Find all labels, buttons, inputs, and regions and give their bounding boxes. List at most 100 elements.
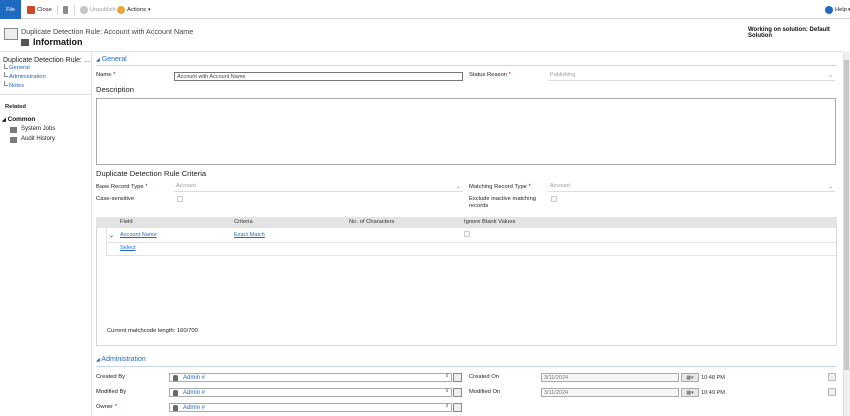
general-heading: General — [101, 56, 127, 63]
column-header-field[interactable]: Field — [120, 219, 133, 225]
lookup-button[interactable] — [453, 403, 462, 412]
spinner-icon: ⇕ — [445, 388, 450, 394]
case-sensitive-checkbox[interactable] — [177, 196, 183, 202]
tree-connector — [4, 72, 8, 77]
entity-icon — [4, 28, 18, 40]
row-field-link[interactable]: Account Name — [120, 232, 157, 238]
common-group-toggle[interactable]: ◢ Common — [2, 116, 35, 123]
grid-tree-line — [106, 228, 107, 255]
nav-border — [91, 52, 92, 416]
nav-item-system-jobs[interactable]: System Jobs — [21, 126, 55, 132]
chevron-down-icon: ▾ — [148, 7, 151, 13]
tree-connector — [4, 81, 8, 86]
lookup-button[interactable] — [453, 388, 462, 397]
ribbon-divider — [57, 5, 58, 15]
header-divider — [0, 51, 843, 52]
scrollbar-thumb[interactable] — [844, 60, 849, 370]
name-field[interactable]: Account with Account Name — [174, 72, 463, 81]
administration-heading: Administration — [101, 356, 146, 363]
system-jobs-icon — [10, 127, 17, 133]
created-on-date[interactable]: 3/11/2024 — [541, 373, 679, 382]
matching-record-type-select[interactable]: Account ⌄ — [548, 183, 835, 192]
modified-on-date[interactable]: 3/11/2024 — [541, 388, 679, 397]
column-header-ignore-blank[interactable]: Ignore Blank Values — [464, 219, 515, 225]
modified-on-time[interactable]: 10:49 PM — [701, 390, 725, 396]
user-icon — [173, 404, 178, 411]
help-icon — [825, 6, 833, 14]
nav-link-administration[interactable]: Administration — [9, 74, 46, 80]
spinner-icon: ⇕ — [445, 403, 450, 409]
unpublish-label: Unpublish — [90, 7, 116, 13]
field-menu-button[interactable] — [828, 373, 836, 381]
exclude-inactive-label-line1: Exclude inactive matching — [469, 196, 537, 202]
nav-title: Duplicate Detection Rule: ... — [3, 57, 90, 64]
delete-button[interactable] — [63, 5, 70, 15]
collapse-icon: ◢ — [96, 57, 100, 63]
unpublish-icon — [80, 6, 88, 14]
nav-item-audit-history[interactable]: Audit History — [21, 136, 55, 142]
status-reason-label: Status Reason * — [469, 72, 511, 78]
form-name[interactable]: Information — [33, 37, 83, 47]
nav-divider — [0, 94, 91, 95]
related-heading: Related — [5, 104, 26, 110]
expand-icon: ◢ — [2, 117, 6, 123]
ribbon-divider — [74, 5, 75, 15]
file-button[interactable]: File — [0, 0, 21, 19]
modified-on-label: Modified On — [469, 389, 501, 395]
base-record-type-select[interactable]: Account ⌄ — [174, 183, 463, 192]
owner-value[interactable]: Admin # — [183, 405, 205, 411]
chevron-down-icon: ⌄ — [827, 73, 833, 79]
chevron-down-icon: ⌄ — [827, 184, 833, 190]
actions-icon — [117, 6, 125, 14]
owner-lookup[interactable]: Admin # — [169, 403, 452, 412]
common-label: Common — [7, 116, 36, 123]
row-criteria-link[interactable]: Exact Match — [234, 232, 265, 238]
modified-by-label: Modified By — [96, 389, 127, 395]
nav-link-notes[interactable]: Notes — [9, 83, 24, 89]
chevron-down-icon: ⌄ — [455, 184, 461, 190]
created-by-value[interactable]: Admin # — [183, 375, 205, 381]
select-field-link[interactable]: Select — [120, 245, 136, 251]
exclude-inactive-label-line2: records — [469, 203, 489, 209]
help-label: Help — [835, 7, 847, 13]
nav-link-general[interactable]: General — [9, 65, 30, 71]
unpublish-button[interactable]: Unpublish — [80, 5, 116, 15]
status-reason-select[interactable]: Publishing ⌄ — [548, 72, 835, 81]
spinner-icon: ⇕ — [445, 373, 450, 379]
criteria-heading: Duplicate Detection Rule Criteria — [96, 169, 207, 178]
matching-record-type-label: Matching Record Type * — [469, 184, 531, 190]
created-on-time[interactable]: 10:48 PM — [701, 375, 725, 381]
case-sensitive-label: Case-sensitive — [96, 196, 135, 202]
calendar-icon[interactable]: ▦▾ — [681, 373, 699, 382]
created-by-lookup[interactable]: Admin # — [169, 373, 452, 382]
close-button[interactable]: Close — [27, 5, 52, 15]
matchcode-length: Current matchcode length: 160/700 — [107, 328, 198, 334]
help-button[interactable]: Help ▾ — [825, 5, 850, 15]
description-textarea[interactable] — [96, 98, 836, 165]
modified-by-lookup[interactable]: Admin # — [169, 388, 452, 397]
audit-history-icon — [10, 137, 17, 143]
form-selector-icon[interactable] — [21, 39, 29, 46]
user-icon — [173, 374, 178, 381]
trash-icon — [63, 6, 68, 14]
actions-menu-button[interactable]: Actions ▾ — [117, 5, 151, 15]
section-divider — [96, 366, 837, 367]
field-menu-button[interactable] — [828, 388, 836, 396]
column-header-characters[interactable]: No. of Characters — [349, 219, 394, 225]
solution-label: Working on solution: Default Solution — [748, 27, 830, 39]
general-section-toggle[interactable]: ◢ General — [96, 56, 127, 63]
row-expand-chevron-icon[interactable]: ⌄ — [109, 232, 114, 239]
collapse-icon: ◢ — [96, 357, 100, 363]
exclude-inactive-checkbox[interactable] — [551, 196, 557, 202]
calendar-icon[interactable]: ▦▾ — [681, 388, 699, 397]
tree-connector — [4, 64, 8, 69]
column-header-criteria[interactable]: Criteria — [234, 219, 253, 225]
base-record-type-label: Base Record Type * — [96, 184, 148, 190]
created-by-label: Created By — [96, 374, 125, 380]
description-heading: Description — [96, 85, 134, 94]
modified-by-value[interactable]: Admin # — [183, 390, 205, 396]
name-label: Name * — [96, 72, 116, 78]
lookup-button[interactable] — [453, 373, 462, 382]
ignore-blank-checkbox[interactable] — [464, 231, 470, 237]
administration-section-toggle[interactable]: ◢ Administration — [96, 356, 146, 363]
